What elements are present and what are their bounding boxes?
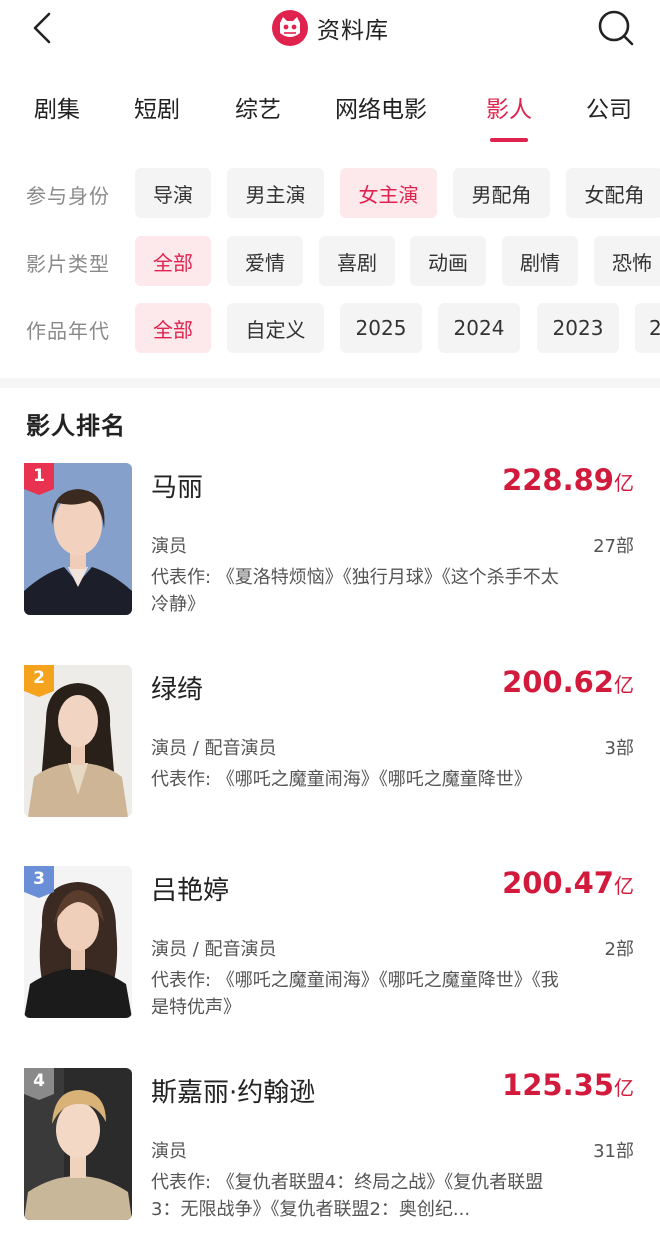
box-office: 125.35亿 xyxy=(502,1068,634,1102)
chip-genre-horror[interactable]: 恐怖 xyxy=(594,236,660,286)
active-tab-indicator xyxy=(490,138,528,142)
work-count: 3部 xyxy=(604,738,634,759)
person-name: 绿绮 xyxy=(151,675,204,705)
representative-works: 代表作: 《哪吒之魔童闹海》《哪吒之魔童降世》 xyxy=(151,769,532,790)
filter-panel: 参与身份 导演 男主演 女主演 男配角 女配角 影片类型 全部 爱情 喜剧 动画… xyxy=(0,156,660,378)
filter-label-identity: 参与身份 xyxy=(26,184,110,208)
filter-label-genre: 影片类型 xyxy=(26,252,110,276)
rank-number: 3 xyxy=(33,869,45,889)
chip-year-2024[interactable]: 2024 xyxy=(438,303,520,353)
section-divider xyxy=(0,378,660,388)
list-item[interactable]: 1 马丽 228.89亿 演员 27部 代表作: 《夏洛特烦恼》《独行月球》《这… xyxy=(0,463,660,623)
rank-badge: 1 xyxy=(24,463,54,495)
chip-genre-comedy[interactable]: 喜剧 xyxy=(319,236,395,286)
list-item[interactable]: 2 绿绮 200.62亿 演员 / 配音演员 3部 代表作: 《哪吒之魔童闹海》… xyxy=(0,665,660,825)
filter-row-genre: 影片类型 全部 爱情 喜剧 动画 剧情 恐怖 xyxy=(0,236,660,286)
chip-genre-drama[interactable]: 剧情 xyxy=(502,236,578,286)
search-button[interactable] xyxy=(596,8,636,48)
box-office-value: 228.89 xyxy=(502,463,614,497)
tab-web-movie[interactable]: 网络电影 xyxy=(335,90,427,124)
box-office-unit: 亿 xyxy=(614,1076,634,1100)
filter-label-year: 作品年代 xyxy=(26,319,110,343)
representative-works: 代表作: 《哪吒之魔童闹海》《哪吒之魔童降世》《我是特优声》 xyxy=(151,970,559,1018)
work-count: 31部 xyxy=(593,1141,634,1162)
person-name: 马丽 xyxy=(151,473,204,503)
tab-variety[interactable]: 综艺 xyxy=(235,90,281,124)
top-bar: 资料库 xyxy=(0,0,660,58)
work-count: 2部 xyxy=(604,939,634,960)
tab-short-drama[interactable]: 短剧 xyxy=(134,90,180,124)
person-name: 斯嘉丽·约翰逊 xyxy=(151,1078,316,1108)
search-icon xyxy=(598,10,634,46)
chip-lead-actor[interactable]: 男主演 xyxy=(227,168,324,218)
chip-genre-animation[interactable]: 动画 xyxy=(410,236,486,286)
chip-supporting-actress[interactable]: 女配角 xyxy=(566,168,660,218)
chip-supporting-actor[interactable]: 男配角 xyxy=(453,168,550,218)
chip-genre-romance[interactable]: 爱情 xyxy=(227,236,303,286)
chip-genre-all[interactable]: 全部 xyxy=(135,236,211,286)
person-role: 演员 xyxy=(151,536,187,557)
rank-badge: 2 xyxy=(24,665,54,697)
representative-works: 代表作: 《复仇者联盟4：终局之战》《复仇者联盟3：无限战争》《复仇者联盟2：奥… xyxy=(151,1172,544,1220)
rank-badge: 4 xyxy=(24,1068,54,1100)
rank-number: 1 xyxy=(33,466,45,486)
box-office-value: 200.47 xyxy=(502,866,614,900)
cat-logo-icon xyxy=(272,10,308,46)
tab-people[interactable]: 影人 xyxy=(486,90,532,124)
rank-badge: 3 xyxy=(24,866,54,898)
filter-row-year: 作品年代 全部 自定义 2025 2024 2023 2 xyxy=(0,303,660,353)
chip-year-2022[interactable]: 2 xyxy=(635,303,660,353)
ranking-title: 影人排名 xyxy=(26,412,126,440)
box-office: 200.62亿 xyxy=(502,665,634,699)
work-count: 27部 xyxy=(593,536,634,557)
person-role: 演员 xyxy=(151,1141,187,1162)
tab-series[interactable]: 剧集 xyxy=(34,90,80,124)
representative-works: 代表作: 《夏洛特烦恼》《独行月球》《这个杀手不太冷静》 xyxy=(151,567,559,615)
rank-number: 2 xyxy=(33,668,45,688)
box-office: 200.47亿 xyxy=(502,866,634,900)
box-office-unit: 亿 xyxy=(614,673,634,697)
chip-year-2023[interactable]: 2023 xyxy=(537,303,619,353)
chip-director[interactable]: 导演 xyxy=(135,168,211,218)
rank-number: 4 xyxy=(33,1071,45,1091)
person-name: 吕艳婷 xyxy=(151,876,230,906)
person-role: 演员 / 配音演员 xyxy=(151,738,277,759)
box-office-unit: 亿 xyxy=(614,471,634,495)
box-office-unit: 亿 xyxy=(614,874,634,898)
category-tabs: 剧集 短剧 综艺 网络电影 影人 公司 xyxy=(0,80,660,144)
chip-year-2025[interactable]: 2025 xyxy=(340,303,422,353)
box-office: 228.89亿 xyxy=(502,463,634,497)
box-office-value: 125.35 xyxy=(502,1068,614,1102)
person-role: 演员 / 配音演员 xyxy=(151,939,277,960)
list-item[interactable]: 3 吕艳婷 200.47亿 演员 / 配音演员 2部 代表作: 《哪吒之魔童闹海… xyxy=(0,866,660,1026)
page-title: 资料库 xyxy=(317,18,389,44)
list-item[interactable]: 4 斯嘉丽·约翰逊 125.35亿 演员 31部 代表作: 《复仇者联盟4：终局… xyxy=(0,1068,660,1228)
tab-company[interactable]: 公司 xyxy=(586,90,632,124)
filter-row-identity: 参与身份 导演 男主演 女主演 男配角 女配角 xyxy=(0,168,660,218)
chip-year-custom[interactable]: 自定义 xyxy=(227,303,324,353)
chip-year-all[interactable]: 全部 xyxy=(135,303,211,353)
box-office-value: 200.62 xyxy=(502,665,614,699)
chip-lead-actress[interactable]: 女主演 xyxy=(340,168,437,218)
